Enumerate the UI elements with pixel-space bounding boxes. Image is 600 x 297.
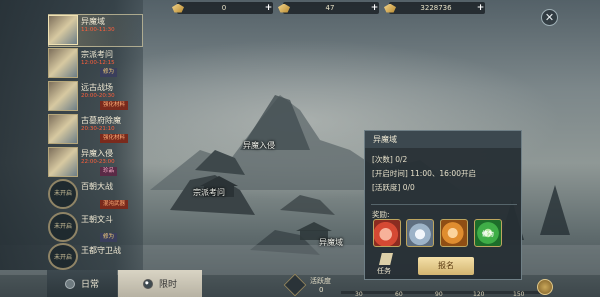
activity-value: 0 bbox=[319, 286, 324, 294]
event-item-demon-invasion[interactable]: 异魔入侵 22:00-23:00 珍品 bbox=[48, 146, 143, 179]
gold-ingot-icon bbox=[278, 3, 290, 13]
close-button[interactable]: ✕ bbox=[541, 9, 558, 26]
add-resource-button[interactable]: + bbox=[370, 3, 379, 13]
event-tag: 珍品 bbox=[100, 167, 118, 176]
resource-value: 3228736 bbox=[420, 4, 452, 12]
clock-icon bbox=[142, 278, 153, 289]
amber-stone-icon[interactable] bbox=[440, 219, 468, 247]
popup-row-open-time: [开启时间] 11:00、16:00开启 bbox=[372, 168, 476, 179]
add-resource-button[interactable]: + bbox=[476, 3, 485, 13]
bottom-bar: 日常 限时 活跃度 0 30 60 90 120 150 bbox=[0, 270, 600, 297]
resource-value: 0 bbox=[221, 4, 227, 12]
event-name: 古墓府除魔 bbox=[81, 116, 121, 125]
row-value: 11:00、16:00开启 bbox=[410, 169, 476, 178]
tab-label: 限时 bbox=[158, 280, 177, 290]
resource-value: 47 bbox=[325, 4, 335, 12]
locked-seal: 未开启 bbox=[48, 212, 78, 242]
event-thumbnail bbox=[48, 81, 78, 111]
reward-chest-button[interactable] bbox=[537, 279, 553, 295]
divider bbox=[371, 204, 517, 205]
event-name: 王都守卫战 bbox=[81, 246, 121, 255]
event-name: 异魔域 bbox=[81, 17, 105, 26]
add-resource-button[interactable]: + bbox=[264, 3, 273, 13]
event-thumbnail bbox=[48, 147, 78, 177]
cultivation-orb-icon[interactable]: 修为 bbox=[474, 219, 502, 247]
tab-label: 日常 bbox=[80, 280, 99, 290]
red-gem-icon[interactable] bbox=[373, 219, 401, 247]
event-thumbnail bbox=[48, 48, 78, 78]
milestone-label: 60 bbox=[395, 291, 403, 297]
event-detail-popup: 异魔域 [次数] 0/2 [开启时间] 11:00、16:00开启 [活跃度] … bbox=[364, 130, 522, 280]
resource-bar: 0 + 47 + 3228736 + bbox=[143, 0, 600, 17]
silver-ingot-icon[interactable] bbox=[406, 219, 434, 247]
resource-slot: 0 + bbox=[172, 2, 273, 14]
popup-title: 异魔域 bbox=[365, 131, 521, 148]
event-item-tomb-exorcism[interactable]: 古墓府除魔 20:30-21:10 强化材料 bbox=[48, 113, 143, 146]
tab-daily[interactable]: 日常 bbox=[47, 270, 117, 297]
event-tag: 强化材料 bbox=[100, 134, 129, 143]
event-time: 12:00-12:15 bbox=[81, 60, 115, 66]
event-item-demon-realm[interactable]: 异魔域 11:00-11:30 bbox=[48, 14, 143, 47]
milestone-label: 30 bbox=[355, 291, 363, 297]
sun-icon bbox=[64, 278, 75, 289]
map-label-sect-exam[interactable]: 宗派考问 bbox=[193, 187, 225, 198]
gold-ingot-icon bbox=[384, 3, 396, 13]
activity-milestones: 30 60 90 120 150 bbox=[345, 289, 540, 297]
event-thumbnail bbox=[48, 114, 78, 144]
event-item-dynasty-contest[interactable]: 未开启 王朝文斗 修为 bbox=[48, 212, 143, 245]
chest-icon bbox=[283, 273, 307, 297]
locked-seal: 未开启 bbox=[48, 243, 78, 270]
event-tag: 修为 bbox=[100, 68, 118, 77]
event-tag: 混沌武器 bbox=[100, 200, 129, 209]
row-label: [开启时间] bbox=[372, 169, 408, 178]
event-time: 22:00-23:00 bbox=[81, 159, 115, 165]
resource-slot: 47 + bbox=[278, 2, 379, 14]
milestone-label: 90 bbox=[435, 291, 443, 297]
event-time: 20:30-21:10 bbox=[81, 126, 115, 132]
activity-label: 活跃度 bbox=[310, 277, 331, 285]
event-item-capital-defense[interactable]: 未开启 王都守卫战 bbox=[48, 243, 143, 270]
gold-ingot-icon bbox=[172, 3, 184, 13]
event-item-sect-exam[interactable]: 宗派考问 12:00-12:15 修为 bbox=[48, 47, 143, 80]
event-name: 百朝大战 bbox=[81, 182, 113, 191]
row-label: [活跃度] bbox=[372, 183, 401, 192]
map-label-demon-realm[interactable]: 异魔域 bbox=[319, 237, 343, 248]
row-value: 0/2 bbox=[395, 155, 408, 164]
event-tag: 修为 bbox=[100, 233, 118, 242]
map-label-invasion[interactable]: 异魔入侵 bbox=[243, 140, 275, 151]
event-name: 王朝文斗 bbox=[81, 215, 113, 224]
event-time: 20:00-20:30 bbox=[81, 93, 115, 99]
resource-slot: 3228736 + bbox=[384, 2, 485, 14]
activity-indicator: 活跃度 0 bbox=[283, 273, 341, 297]
milestone-label: 120 bbox=[473, 291, 485, 297]
event-list: 异魔域 11:00-11:30 宗派考问 12:00-12:15 修为 远古战场… bbox=[0, 0, 143, 270]
event-name: 异魔入侵 bbox=[81, 149, 113, 158]
popup-row-count: [次数] 0/2 bbox=[372, 154, 407, 165]
reward-text: 修为 bbox=[481, 231, 494, 238]
event-time: 11:00-11:30 bbox=[81, 27, 115, 33]
row-value: 0/0 bbox=[402, 183, 415, 192]
event-item-hundred-dynasties[interactable]: 未开启 百朝大战 混沌武器 bbox=[48, 179, 143, 212]
row-label: [次数] bbox=[372, 155, 393, 164]
event-name: 宗派考问 bbox=[81, 50, 113, 59]
event-thumbnail bbox=[48, 15, 78, 45]
event-tag: 强化材料 bbox=[100, 101, 129, 110]
event-item-ancient-battlefield[interactable]: 远古战场 20:00-20:30 强化材料 bbox=[48, 80, 143, 113]
popup-row-activity: [活跃度] 0/0 bbox=[372, 182, 415, 193]
event-name: 远古战场 bbox=[81, 83, 113, 92]
locked-seal: 未开启 bbox=[48, 179, 78, 209]
flag-icon bbox=[379, 253, 393, 265]
milestone-label: 150 bbox=[513, 291, 525, 297]
tab-limited[interactable]: 限时 bbox=[118, 270, 202, 297]
